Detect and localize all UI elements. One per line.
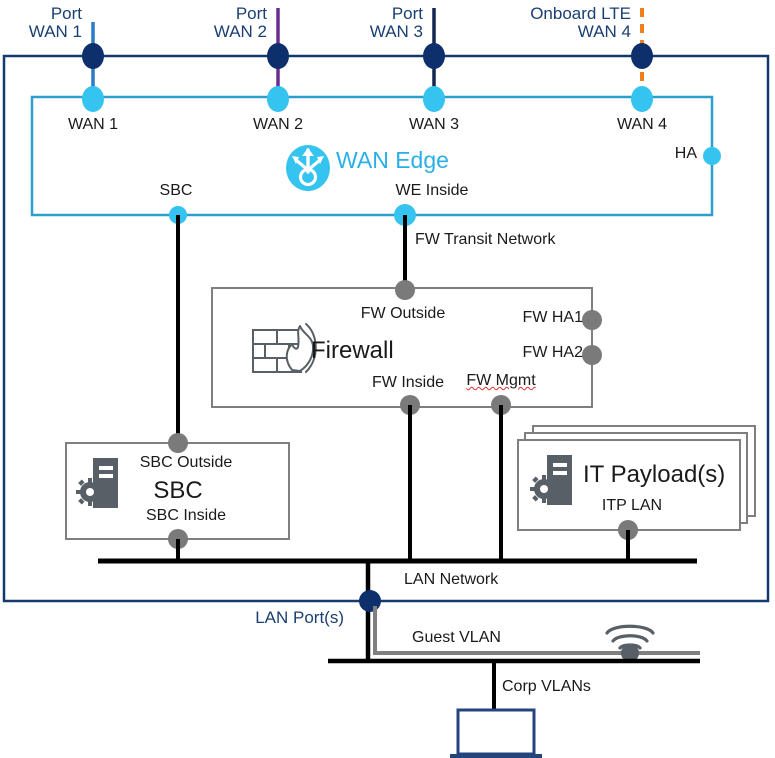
wan-4-lte-port-label: Onboard LTE WAN 4 [530, 4, 631, 41]
wan-edge-interface-label-4: WAN 4 [616, 116, 668, 133]
itp-lan-label: ITP LAN [601, 497, 663, 514]
wan-edge-interface-node-wan-3[interactable] [423, 86, 445, 112]
port-node-wan-3[interactable] [423, 43, 445, 69]
fw-ha2-node[interactable] [582, 345, 602, 365]
wan-3-port-label: Port WAN 3 [369, 4, 423, 41]
lan-ports-label: LAN Port(s) [255, 608, 344, 627]
wan-edge-sbc-port-label: SBC [159, 182, 193, 199]
port-node-wan-4[interactable] [631, 43, 653, 69]
wan-2-port-label: Port WAN 2 [213, 4, 267, 41]
fw-mgmt-label: FW Mgmt [466, 372, 536, 389]
sbc-title: SBC [153, 477, 203, 504]
sbc-inside-label: SBC Inside [145, 507, 227, 524]
wan-edge-interface-label-2: WAN 2 [252, 116, 304, 133]
fw-transit-network-label: FW Transit Network [415, 231, 556, 248]
lan-port-node[interactable] [359, 590, 381, 612]
wan-edge-interface-label-3: WAN 3 [408, 116, 460, 133]
network-topology-diagram: Port WAN 1 Port WAN 2 Port WAN 3 Onboard… [0, 0, 775, 758]
port-node-wan-1[interactable] [82, 43, 104, 69]
guest-vlan-label: Guest VLAN [412, 629, 501, 646]
wan-edge-interface-node-wan-4[interactable] [631, 86, 653, 112]
firewall-icon [252, 323, 317, 373]
laptop-icon [450, 708, 542, 758]
sbc-outside-node[interactable] [168, 433, 188, 453]
wan-edge-interface-node-wan-2[interactable] [267, 86, 289, 112]
wan-1-port-label: Port WAN 1 [28, 4, 82, 41]
wan-edge-interface-node-wan-1[interactable] [82, 86, 104, 112]
fw-outside-label: FW Outside [360, 305, 446, 322]
wan-edge-inside-port-label: WE Inside [395, 182, 469, 199]
wifi-icon [605, 624, 655, 650]
it-payload-title: IT Payload(s) [583, 461, 726, 488]
fw-ha1-node[interactable] [582, 310, 602, 330]
firewall-title: Firewall [311, 337, 394, 364]
corp-vlans-label: Corp VLANs [502, 678, 591, 695]
wan-edge-title: WAN Edge [336, 147, 449, 173]
sbc-outside-label: SBC Outside [139, 454, 233, 471]
wan-edge-ha-node[interactable] [703, 147, 721, 165]
fw-inside-label: FW Inside [371, 374, 445, 391]
fw-outside-node[interactable] [395, 280, 415, 300]
wan-edge-interface-label-1: WAN 1 [67, 116, 119, 133]
port-node-wan-2[interactable] [267, 43, 289, 69]
sbc-appliance-icon [76, 458, 118, 508]
wan-edge-ha-label: HA [674, 145, 697, 162]
wan-edge-icon [286, 145, 330, 191]
fw-ha2-label: FW HA2 [522, 344, 583, 361]
lan-network-label: LAN Network [404, 571, 499, 588]
fw-ha1-label: FW HA1 [522, 309, 583, 326]
